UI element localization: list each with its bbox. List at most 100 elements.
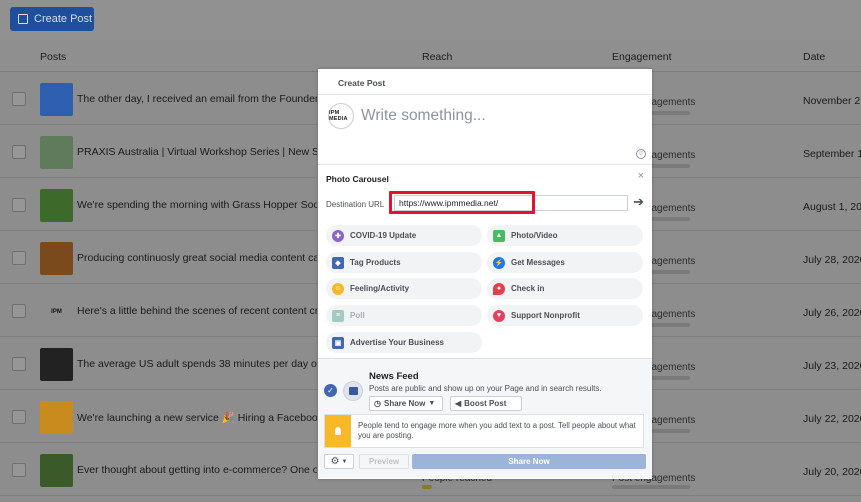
col-posts[interactable]: Posts bbox=[40, 51, 66, 63]
post-thumbnail bbox=[40, 83, 73, 116]
row-checkbox[interactable] bbox=[12, 145, 26, 159]
post-text[interactable]: The average US adult spends 38 minutes p… bbox=[77, 358, 317, 370]
option-label: Tag Products bbox=[350, 258, 401, 267]
option-get-messages[interactable]: ⚡ Get Messages bbox=[487, 252, 643, 273]
option-covid-update[interactable]: ✚ COVID-19 Update bbox=[326, 225, 482, 246]
post-thumbnail bbox=[40, 242, 73, 275]
chevron-down-icon: ▼ bbox=[428, 400, 436, 407]
option-label: Feeling/Activity bbox=[350, 284, 410, 293]
poll-icon: ≡ bbox=[332, 309, 344, 322]
page-toolbar: Create Post bbox=[0, 0, 861, 40]
post-thumbnail: IPM bbox=[40, 295, 73, 328]
share-now-button[interactable]: Share Now bbox=[412, 454, 646, 469]
post-thumbnail bbox=[40, 454, 73, 487]
create-post-button[interactable]: Create Post bbox=[10, 7, 94, 31]
dialog-footer: ⚙ ▼ Preview Share Now bbox=[318, 453, 652, 471]
arrow-right-icon[interactable]: ➔ bbox=[633, 195, 644, 209]
news-feed-icon bbox=[343, 381, 363, 401]
pin-icon: ● bbox=[493, 282, 505, 295]
row-checkbox[interactable] bbox=[12, 251, 26, 265]
lightbulb-icon bbox=[325, 415, 351, 447]
close-icon[interactable]: × bbox=[638, 170, 644, 182]
clock-icon: ◷ bbox=[374, 399, 381, 408]
post-thumbnail bbox=[40, 348, 73, 381]
checkmark-icon[interactable]: ✓ bbox=[324, 384, 337, 397]
share-now-dropdown[interactable]: ◷ Share Now ▼ bbox=[369, 396, 443, 411]
post-date: November 21, bbox=[803, 95, 861, 107]
news-feed-title: News Feed bbox=[369, 371, 419, 382]
post-text[interactable]: We're spending the morning with Grass Ho… bbox=[77, 199, 317, 211]
option-label: Poll bbox=[350, 311, 365, 320]
share-now-label: Share Now bbox=[383, 399, 426, 408]
url-highlight-box bbox=[389, 191, 535, 214]
gear-icon: ⚙ bbox=[330, 456, 340, 467]
option-feeling-activity[interactable]: ☺ Feeling/Activity bbox=[326, 278, 482, 299]
engagement-bar bbox=[612, 485, 690, 489]
avatar: IPM MEDIA bbox=[328, 103, 354, 129]
row-checkbox[interactable] bbox=[12, 304, 26, 318]
post-text[interactable]: Ever thought about getting into e-commer… bbox=[77, 464, 317, 476]
row-checkbox[interactable] bbox=[12, 463, 26, 477]
post-thumbnail bbox=[40, 136, 73, 169]
tip-banner: People tend to engage more when you add … bbox=[324, 414, 644, 448]
news-feed-description: Posts are public and show up on your Pag… bbox=[369, 384, 602, 393]
post-date: July 22, 2020 bbox=[803, 413, 861, 425]
option-label: Get Messages bbox=[511, 258, 565, 267]
news-feed-section: ✓ News Feed Posts are public and show up… bbox=[318, 358, 652, 478]
post-date: July 26, 2020 bbox=[803, 307, 861, 319]
post-text[interactable]: The other day, I received an email from … bbox=[77, 93, 317, 105]
messenger-icon: ⚡ bbox=[493, 256, 505, 269]
chevron-down-icon: ▼ bbox=[341, 458, 348, 465]
option-label: Check in bbox=[511, 284, 545, 293]
advertise-icon: ▣ bbox=[332, 336, 344, 349]
settings-dropdown[interactable]: ⚙ ▼ bbox=[324, 454, 354, 469]
boost-post-label: Boost Post bbox=[464, 399, 507, 408]
post-text[interactable]: Here's a little behind the scenes of rec… bbox=[77, 305, 317, 317]
row-checkbox[interactable] bbox=[12, 198, 26, 212]
table-header: Posts Reach Engagement Date bbox=[0, 40, 861, 72]
covid-icon: ✚ bbox=[332, 229, 344, 242]
post-date: August 1, 2020 bbox=[803, 201, 861, 213]
edit-icon bbox=[18, 14, 28, 24]
megaphone-icon: ◀ bbox=[455, 399, 462, 408]
photo-icon: ▲ bbox=[493, 229, 505, 242]
post-text[interactable]: PRAXIS Australia | Virtual Workshop Seri… bbox=[77, 146, 317, 158]
post-text[interactable]: Producing continuosly great social media… bbox=[77, 252, 317, 264]
carousel-title: Photo Carousel bbox=[326, 174, 389, 184]
post-date: July 20, 2020 bbox=[803, 466, 861, 478]
reach-bar bbox=[422, 485, 432, 489]
option-check-in[interactable]: ● Check in bbox=[487, 278, 643, 299]
emoji-icon[interactable]: ☺ bbox=[636, 149, 646, 159]
composer: IPM MEDIA Write something... ☺ bbox=[318, 95, 652, 165]
row-checkbox[interactable] bbox=[12, 410, 26, 424]
post-thumbnail bbox=[40, 401, 73, 434]
boost-post-button[interactable]: ◀ Boost Post bbox=[450, 396, 522, 411]
dialog-title: Create Post bbox=[318, 69, 652, 95]
option-label: Advertise Your Business bbox=[350, 338, 444, 347]
row-checkbox[interactable] bbox=[12, 357, 26, 371]
option-label: COVID-19 Update bbox=[350, 231, 417, 240]
tag-icon: ◆ bbox=[332, 256, 344, 269]
option-support-nonprofit[interactable]: ♥ Support Nonprofit bbox=[487, 305, 643, 326]
col-reach[interactable]: Reach bbox=[422, 51, 452, 63]
post-date: September 17 bbox=[803, 148, 861, 160]
write-something-input[interactable]: Write something... bbox=[361, 107, 486, 125]
option-tag-products[interactable]: ◆ Tag Products bbox=[326, 252, 482, 273]
post-text[interactable]: We're launching a new service 🎉 Hiring a… bbox=[77, 411, 317, 424]
heart-icon: ♥ bbox=[493, 309, 505, 322]
option-poll[interactable]: ≡ Poll bbox=[326, 305, 482, 326]
preview-button[interactable]: Preview bbox=[359, 454, 409, 469]
smile-icon: ☺ bbox=[332, 282, 344, 295]
option-advertise-business[interactable]: ▣ Advertise Your Business bbox=[326, 332, 482, 353]
post-date: July 28, 2020 bbox=[803, 254, 861, 266]
option-label: Photo/Video bbox=[511, 231, 558, 240]
post-thumbnail bbox=[40, 189, 73, 222]
row-checkbox[interactable] bbox=[12, 92, 26, 106]
col-date[interactable]: Date bbox=[803, 51, 825, 63]
option-label: Support Nonprofit bbox=[511, 311, 580, 320]
create-post-label: Create Post bbox=[34, 13, 93, 25]
tip-text: People tend to engage more when you add … bbox=[358, 421, 636, 440]
col-engagement[interactable]: Engagement bbox=[612, 51, 672, 63]
create-post-dialog: Create Post IPM MEDIA Write something...… bbox=[318, 69, 652, 479]
option-photo-video[interactable]: ▲ Photo/Video bbox=[487, 225, 643, 246]
